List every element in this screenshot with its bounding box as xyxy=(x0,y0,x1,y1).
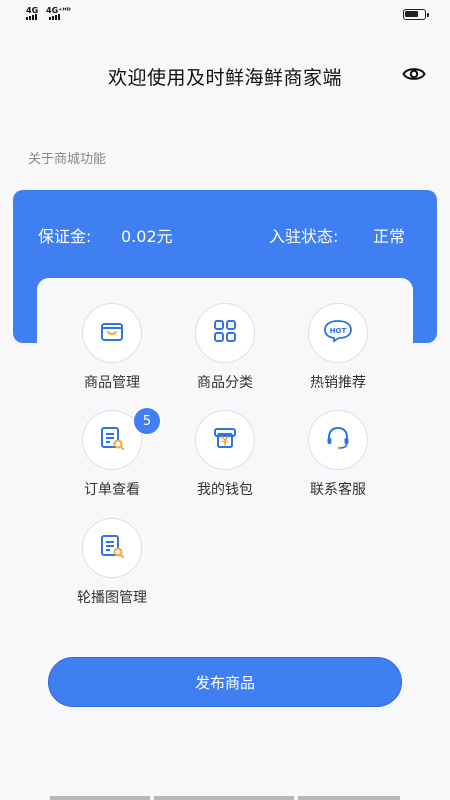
menu-item-my-wallet[interactable]: 我的钱包 xyxy=(170,410,280,499)
menu-item-contact-service[interactable]: 联系客服 xyxy=(283,410,393,499)
menu-label: 联系客服 xyxy=(310,482,366,498)
order-count-badge: 5 xyxy=(133,407,161,435)
deposit-value: 0.02元 xyxy=(121,227,173,246)
deposit-label: 保证金: xyxy=(38,227,92,246)
menu-item-order-view[interactable]: 5 订单查看 xyxy=(57,407,167,499)
status-value: 正常 xyxy=(373,227,406,246)
basket-icon xyxy=(99,319,125,347)
hot-icon-text: HOT xyxy=(330,327,347,335)
menu-item-product-management[interactable]: 商品管理 xyxy=(57,303,167,392)
hot-badge-icon: HOT xyxy=(323,319,353,347)
headset-icon xyxy=(325,425,351,455)
eye-icon[interactable] xyxy=(402,64,426,84)
page-title: 欢迎使用及时鲜海鲜商家端 xyxy=(107,67,342,89)
menu-item-product-category[interactable]: 商品分类 xyxy=(170,303,280,392)
icon-circle xyxy=(82,518,142,578)
icon-circle xyxy=(308,410,368,470)
menu-label: 商品管理 xyxy=(84,375,140,391)
menu-label: 热销推荐 xyxy=(310,375,366,391)
order-search-icon xyxy=(99,425,125,455)
publish-product-button[interactable]: 发布商品 xyxy=(48,657,402,707)
menu-item-banner-management[interactable]: 轮播图管理 xyxy=(57,518,167,607)
status-label: 入驻状态: xyxy=(269,227,339,246)
icon-circle xyxy=(195,303,255,363)
wallet-icon xyxy=(212,426,238,454)
menu-label: 轮播图管理 xyxy=(77,590,147,606)
menu-label: 我的钱包 xyxy=(197,482,253,498)
section-label: 关于商城功能 xyxy=(28,152,107,167)
icon-circle: HOT xyxy=(308,303,368,363)
home-indicator xyxy=(50,796,150,800)
menu-item-hot-recommend[interactable]: HOT 热销推荐 xyxy=(283,303,393,392)
grid-icon xyxy=(213,319,237,347)
home-indicator xyxy=(154,796,294,800)
menu-label: 商品分类 xyxy=(197,375,253,391)
icon-circle: 5 xyxy=(82,407,161,470)
icon-circle xyxy=(195,410,255,470)
home-indicator xyxy=(298,796,400,800)
icon-circle xyxy=(82,303,142,363)
battery-icon xyxy=(403,9,429,20)
document-search-icon xyxy=(99,533,125,563)
signal-icon xyxy=(26,14,37,20)
status-bar: 4G 4G⁺ᴴᴰ xyxy=(0,0,450,28)
function-menu: 商品管理 商品分类 HOT 热销推荐 5 订单查看 我的钱包 联系客服 轮播图管… xyxy=(37,278,413,618)
menu-label: 订单查看 xyxy=(84,482,140,498)
signal-icon xyxy=(49,14,60,20)
